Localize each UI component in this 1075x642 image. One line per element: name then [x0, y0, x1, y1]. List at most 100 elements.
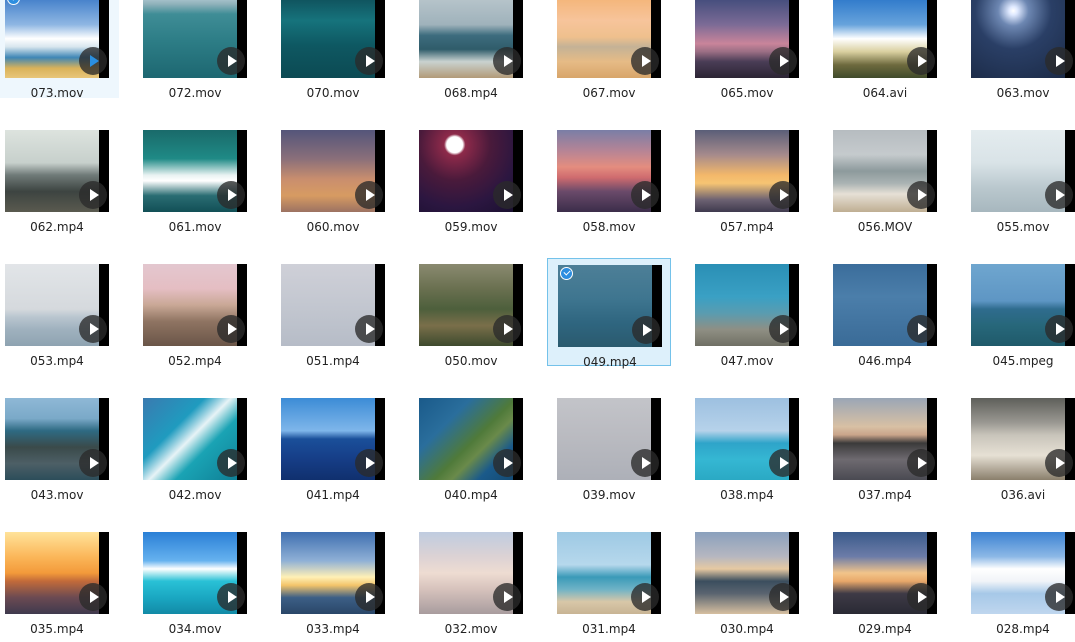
play-icon[interactable]: [79, 583, 107, 611]
video-thumbnail[interactable]: [5, 264, 109, 346]
video-thumbnail[interactable]: [695, 532, 799, 614]
file-item[interactable]: 063.mov: [961, 0, 1075, 100]
video-thumbnail[interactable]: [833, 532, 937, 614]
file-item[interactable]: 056.MOV: [823, 124, 947, 234]
video-thumbnail[interactable]: [281, 532, 385, 614]
file-item[interactable]: 067.mov: [547, 0, 671, 100]
play-icon[interactable]: [1045, 47, 1073, 75]
play-icon[interactable]: [493, 583, 521, 611]
video-thumbnail[interactable]: [971, 0, 1075, 78]
play-icon[interactable]: [907, 449, 935, 477]
file-item[interactable]: 050.mov: [409, 258, 533, 368]
video-thumbnail[interactable]: [5, 398, 109, 480]
play-icon[interactable]: [217, 583, 245, 611]
file-item[interactable]: 057.mp4: [685, 124, 809, 234]
play-icon[interactable]: [1045, 181, 1073, 209]
video-thumbnail[interactable]: [419, 130, 523, 212]
file-item[interactable]: 028.mp4: [961, 526, 1075, 636]
play-icon[interactable]: [493, 315, 521, 343]
file-item[interactable]: 061.mov: [133, 124, 257, 234]
video-thumbnail[interactable]: [281, 398, 385, 480]
play-icon[interactable]: [632, 316, 660, 344]
play-icon[interactable]: [907, 181, 935, 209]
play-icon[interactable]: [631, 47, 659, 75]
file-item[interactable]: 045.mpeg: [961, 258, 1075, 368]
file-item[interactable]: 068.mp4: [409, 0, 533, 100]
video-thumbnail[interactable]: [833, 264, 937, 346]
checkbox-checked-icon[interactable]: [560, 267, 573, 280]
file-item[interactable]: 037.mp4: [823, 392, 947, 502]
play-icon[interactable]: [217, 47, 245, 75]
play-icon[interactable]: [79, 47, 107, 75]
file-item[interactable]: 051.mp4: [271, 258, 395, 368]
video-thumbnail[interactable]: [143, 532, 247, 614]
video-thumbnail[interactable]: [281, 264, 385, 346]
file-item[interactable]: 039.mov: [547, 392, 671, 502]
play-icon[interactable]: [1045, 583, 1073, 611]
video-thumbnail[interactable]: [143, 130, 247, 212]
video-thumbnail[interactable]: [971, 130, 1075, 212]
file-item[interactable]: 030.mp4: [685, 526, 809, 636]
video-thumbnail[interactable]: [695, 264, 799, 346]
video-thumbnail[interactable]: [971, 264, 1075, 346]
video-thumbnail[interactable]: [557, 398, 661, 480]
file-item[interactable]: 043.mov: [0, 392, 119, 502]
play-icon[interactable]: [79, 449, 107, 477]
video-thumbnail[interactable]: [971, 532, 1075, 614]
file-item[interactable]: 033.mp4: [271, 526, 395, 636]
play-icon[interactable]: [1045, 449, 1073, 477]
file-item[interactable]: 070.mov: [271, 0, 395, 100]
file-item[interactable]: 064.avi: [823, 0, 947, 100]
file-item[interactable]: 073.mov: [0, 0, 119, 100]
file-item[interactable]: 035.mp4: [0, 526, 119, 636]
file-item[interactable]: 065.mov: [685, 0, 809, 100]
video-thumbnail[interactable]: [557, 532, 661, 614]
play-icon[interactable]: [493, 181, 521, 209]
play-icon[interactable]: [217, 449, 245, 477]
video-thumbnail[interactable]: [971, 398, 1075, 480]
play-icon[interactable]: [769, 315, 797, 343]
play-icon[interactable]: [907, 315, 935, 343]
file-item[interactable]: 041.mp4: [271, 392, 395, 502]
file-item[interactable]: 038.mp4: [685, 392, 809, 502]
video-thumbnail[interactable]: [5, 130, 109, 212]
play-icon[interactable]: [493, 449, 521, 477]
file-item[interactable]: 062.mp4: [0, 124, 119, 234]
file-item[interactable]: 034.mov: [133, 526, 257, 636]
video-thumbnail[interactable]: [833, 398, 937, 480]
video-thumbnail[interactable]: [419, 0, 523, 78]
video-thumbnail[interactable]: [557, 130, 661, 212]
play-icon[interactable]: [355, 583, 383, 611]
video-thumbnail[interactable]: [695, 130, 799, 212]
file-item[interactable]: 040.mp4: [409, 392, 533, 502]
play-icon[interactable]: [355, 315, 383, 343]
play-icon[interactable]: [907, 583, 935, 611]
video-thumbnail[interactable]: [419, 264, 523, 346]
play-icon[interactable]: [631, 449, 659, 477]
file-item[interactable]: 058.mov: [547, 124, 671, 234]
file-item[interactable]: 036.avi: [961, 392, 1075, 502]
play-icon[interactable]: [907, 47, 935, 75]
video-thumbnail[interactable]: [833, 130, 937, 212]
video-thumbnail[interactable]: [281, 0, 385, 78]
video-thumbnail[interactable]: [143, 398, 247, 480]
play-icon[interactable]: [355, 449, 383, 477]
video-thumbnail[interactable]: [5, 532, 109, 614]
file-item[interactable]: 042.mov: [133, 392, 257, 502]
file-item[interactable]: 053.mp4: [0, 258, 119, 368]
file-item[interactable]: 029.mp4: [823, 526, 947, 636]
video-thumbnail[interactable]: [143, 264, 247, 346]
play-icon[interactable]: [769, 47, 797, 75]
file-item[interactable]: 047.mov: [685, 258, 809, 368]
play-icon[interactable]: [217, 315, 245, 343]
file-item[interactable]: 060.mov: [271, 124, 395, 234]
file-item[interactable]: 052.mp4: [133, 258, 257, 368]
video-thumbnail[interactable]: [419, 532, 523, 614]
file-item[interactable]: 031.mp4: [547, 526, 671, 636]
video-thumbnail[interactable]: [419, 398, 523, 480]
play-icon[interactable]: [355, 47, 383, 75]
play-icon[interactable]: [769, 583, 797, 611]
play-icon[interactable]: [769, 181, 797, 209]
video-thumbnail[interactable]: [695, 398, 799, 480]
video-thumbnail[interactable]: [558, 265, 662, 347]
